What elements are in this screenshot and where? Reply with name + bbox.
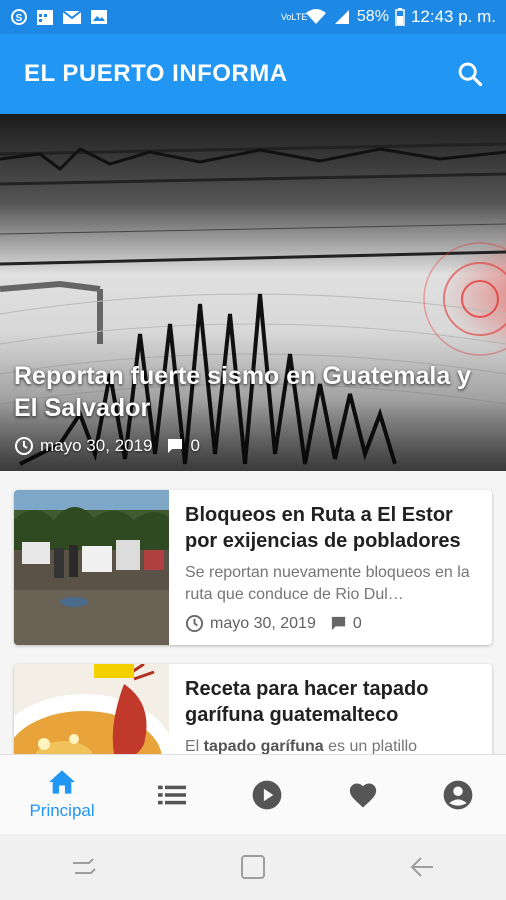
home-button-icon[interactable] <box>240 854 266 880</box>
article-date: mayo 30, 2019 <box>210 614 316 632</box>
nav-categories[interactable] <box>124 755 219 834</box>
article-card[interactable]: Receta para hacer tapado garífuna guatem… <box>14 664 492 754</box>
clock-icon <box>15 437 33 455</box>
battery-percent: 58% <box>356 8 389 25</box>
app-bar: EL PUERTO INFORMA <box>0 34 506 114</box>
article-card[interactable]: Bloqueos en Ruta a El Estor por exijenci… <box>14 490 492 645</box>
article-excerpt: Se reportan nuevamente bloqueos en la ru… <box>185 564 470 603</box>
article-body: Receta para hacer tapado garífuna guatem… <box>185 676 478 754</box>
featured-comment-count: 0 <box>190 436 200 455</box>
back-icon[interactable] <box>409 855 435 879</box>
featured-date: mayo 30, 2019 <box>40 436 153 455</box>
heart-icon <box>349 783 376 807</box>
nav-favorites[interactable] <box>315 755 410 834</box>
search-button[interactable] <box>454 58 486 90</box>
search-icon <box>458 62 483 87</box>
comment-icon <box>168 439 183 453</box>
system-status: VoLTE 58% 12:43 p. m. <box>281 7 496 27</box>
excerpt-suffix: es un platillo <box>323 738 418 754</box>
system-navigation-bar <box>0 834 506 900</box>
article-title[interactable]: Receta para hacer tapado garífuna guatem… <box>185 676 478 728</box>
image-notification-icon <box>91 10 107 24</box>
bottom-navigation: Principal <box>0 754 506 834</box>
excerpt-bold: tapado garífuna <box>203 738 324 754</box>
article-feed[interactable]: Reportan fuerte sismo en Guatemala y El … <box>0 114 506 754</box>
play-icon <box>252 780 282 809</box>
excerpt-prefix: El <box>185 738 204 754</box>
clock-icon <box>185 614 204 633</box>
skype-notification-icon: S <box>11 9 27 25</box>
signal-icon <box>334 10 349 24</box>
volte-indicator: VoLTE <box>280 12 308 22</box>
app-title: EL PUERTO INFORMA <box>24 60 288 87</box>
article-body: Bloqueos en Ruta a El Estor por exijenci… <box>185 502 478 606</box>
email-notification-icon <box>62 10 82 24</box>
article-comment-count: 0 <box>352 614 362 632</box>
calendar-notification-icon <box>37 10 53 25</box>
battery-icon <box>395 8 405 26</box>
nav-principal-label: Principal <box>29 800 95 820</box>
status-bar: S VoLTE 58% 12:43 p. m. <box>0 0 506 34</box>
featured-meta: mayo 30, 2019 0 <box>14 436 200 456</box>
article-title[interactable]: Bloqueos en Ruta a El Estor por exijenci… <box>185 502 478 554</box>
notification-icons: S <box>10 8 108 26</box>
article-thumbnail <box>14 490 169 645</box>
comment-icon <box>331 616 345 631</box>
nav-account[interactable] <box>411 755 506 834</box>
article-excerpt: El tapado garífuna es un platillo <box>185 736 478 754</box>
recents-icon[interactable] <box>71 855 97 879</box>
wifi-icon <box>305 9 326 24</box>
clock: 12:43 p. m. <box>410 7 496 26</box>
featured-title[interactable]: Reportan fuerte sismo en Guatemala y El … <box>14 360 486 424</box>
list-icon <box>157 785 186 804</box>
article-meta: mayo 30, 2019 0 <box>185 614 362 633</box>
nav-principal[interactable]: Principal <box>0 755 124 834</box>
home-icon <box>49 769 75 794</box>
featured-article[interactable]: Reportan fuerte sismo en Guatemala y El … <box>0 114 506 471</box>
account-icon <box>443 780 473 809</box>
article-thumbnail <box>14 664 169 754</box>
svg-text:S: S <box>16 13 23 24</box>
nav-videos[interactable] <box>220 755 315 834</box>
